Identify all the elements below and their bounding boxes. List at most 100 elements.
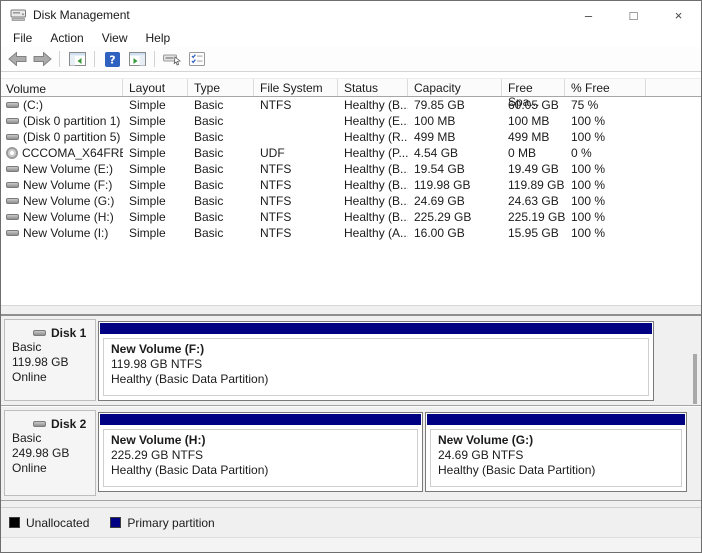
volume-icon [6,198,19,204]
menu-view[interactable]: View [93,30,137,46]
maximize-button[interactable]: □ [611,1,656,29]
cell-fs: NTFS [254,225,338,241]
cell-capacity: 19.54 GB [408,161,502,177]
partition-block-f[interactable]: New Volume (F:) 119.98 GB NTFS Healthy (… [98,321,654,401]
show-action-pane-icon[interactable] [126,49,148,69]
column-header-volume[interactable]: Volume [1,79,123,96]
cell-free: 15.95 GB [502,225,565,241]
disk-2-row: Disk 2 Basic 249.98 GB Online New Volume… [1,406,701,501]
partition-block-h[interactable]: New Volume (H:) 225.29 GB NTFS Healthy (… [98,412,423,492]
vertical-scrollbar[interactable] [691,316,699,507]
cell-volume: (C:) [1,97,123,113]
column-header-layout[interactable]: Layout [123,79,188,96]
volume-row[interactable]: New Volume (G:)SimpleBasicNTFSHealthy (B… [1,193,701,209]
disk-status: Online [12,370,95,385]
volume-row[interactable]: (Disk 0 partition 5)SimpleBasicHealthy (… [1,129,701,145]
cell-status: Healthy (A... [338,225,408,241]
cell-status: Healthy (E... [338,113,408,129]
volume-row[interactable]: New Volume (H:)SimpleBasicNTFSHealthy (B… [1,209,701,225]
volume-row[interactable]: New Volume (I:)SimpleBasicNTFSHealthy (A… [1,225,701,241]
column-header-pct-free[interactable]: % Free [565,79,646,96]
cell-fs: NTFS [254,177,338,193]
disk-name: Disk 1 [51,326,86,340]
cell-layout: Simple [123,97,188,113]
volume-row[interactable]: New Volume (F:)SimpleBasicNTFSHealthy (B… [1,177,701,193]
unallocated-swatch [9,517,20,528]
partition-size: 225.29 GB NTFS [111,448,410,463]
toolbar-separator [154,51,155,67]
volume-row[interactable]: (C:)SimpleBasicNTFSHealthy (B...79.85 GB… [1,97,701,113]
cell-pct: 75 % [565,97,646,113]
volume-name: New Volume (H:) [23,209,114,225]
disk-size: 119.98 GB [12,355,95,370]
volume-name: New Volume (G:) [23,193,114,209]
column-header-type[interactable]: Type [188,79,254,96]
cell-free: 100 MB [502,113,565,129]
legend-label: Primary partition [127,516,214,530]
menu-bar: File Action View Help [1,29,701,47]
column-header-free-space[interactable]: Free Spa... [502,79,565,96]
cell-capacity: 225.29 GB [408,209,502,225]
volume-icon [6,214,19,220]
cell-fs: NTFS [254,97,338,113]
volume-row[interactable]: CCCOMA_X64FRE...SimpleBasicUDFHealthy (P… [1,145,701,161]
back-icon[interactable] [6,49,28,69]
partition-health: Healthy (Basic Data Partition) [111,372,641,387]
cell-type: Basic [188,97,254,113]
volume-row[interactable]: New Volume (E:)SimpleBasicNTFSHealthy (B… [1,161,701,177]
partition-title: New Volume (G:) [438,433,674,448]
forward-icon[interactable] [31,49,53,69]
volume-list-header: Volume Layout Type File System Status Ca… [1,78,701,97]
disk-2-info-panel[interactable]: Disk 2 Basic 249.98 GB Online [4,410,96,496]
cell-volume: New Volume (I:) [1,225,123,241]
partition-color-bar [100,323,652,334]
cell-status: Healthy (R... [338,129,408,145]
partition-size: 119.98 GB NTFS [111,357,641,372]
close-button[interactable]: × [656,1,701,29]
column-header-status[interactable]: Status [338,79,408,96]
cell-free: 19.49 GB [502,161,565,177]
volume-name: (C:) [23,97,43,113]
volume-row[interactable]: (Disk 0 partition 1)SimpleBasicHealthy (… [1,113,701,129]
pane-splitter[interactable] [1,305,701,316]
minimize-button[interactable]: – [566,1,611,29]
cell-status: Healthy (B... [338,177,408,193]
checklist-icon[interactable] [186,49,208,69]
column-header-capacity[interactable]: Capacity [408,79,502,96]
cell-layout: Simple [123,193,188,209]
help-icon[interactable]: ? [101,49,123,69]
disk-1-info-panel[interactable]: Disk 1 Basic 119.98 GB Online [4,319,96,401]
partition-block-g[interactable]: New Volume (G:) 24.69 GB NTFS Healthy (B… [425,412,687,492]
cell-fs: UDF [254,145,338,161]
volume-name: (Disk 0 partition 5) [23,129,120,145]
cell-type: Basic [188,209,254,225]
volume-rows: (C:)SimpleBasicNTFSHealthy (B...79.85 GB… [1,97,701,241]
pointer-menu-icon[interactable] [161,49,183,69]
legend-label: Unallocated [26,516,89,530]
cell-free: 225.19 GB [502,209,565,225]
menu-action[interactable]: Action [41,30,92,46]
toolbar-separator [94,51,95,67]
column-header-file-system[interactable]: File System [254,79,338,96]
menu-file[interactable]: File [4,30,41,46]
cell-type: Basic [188,225,254,241]
cell-layout: Simple [123,177,188,193]
cell-fs [254,113,338,129]
cell-type: Basic [188,113,254,129]
cell-volume: New Volume (E:) [1,161,123,177]
show-console-tree-icon[interactable] [66,49,88,69]
menu-help[interactable]: Help [137,30,180,46]
legend-item-primary-partition: Primary partition [110,516,214,530]
legend-item-unallocated: Unallocated [9,516,89,530]
cell-fs: NTFS [254,161,338,177]
cell-type: Basic [188,145,254,161]
disk-name: Disk 2 [51,417,86,431]
cell-status: Healthy (P... [338,145,408,161]
cell-pct: 100 % [565,225,646,241]
cell-free: 60.05 GB [502,97,565,113]
legend-bar: Unallocated Primary partition [1,507,701,537]
volume-icon [6,166,19,172]
scrollbar-thumb[interactable] [693,354,697,404]
volume-icon [6,118,19,124]
cell-volume: (Disk 0 partition 5) [1,129,123,145]
